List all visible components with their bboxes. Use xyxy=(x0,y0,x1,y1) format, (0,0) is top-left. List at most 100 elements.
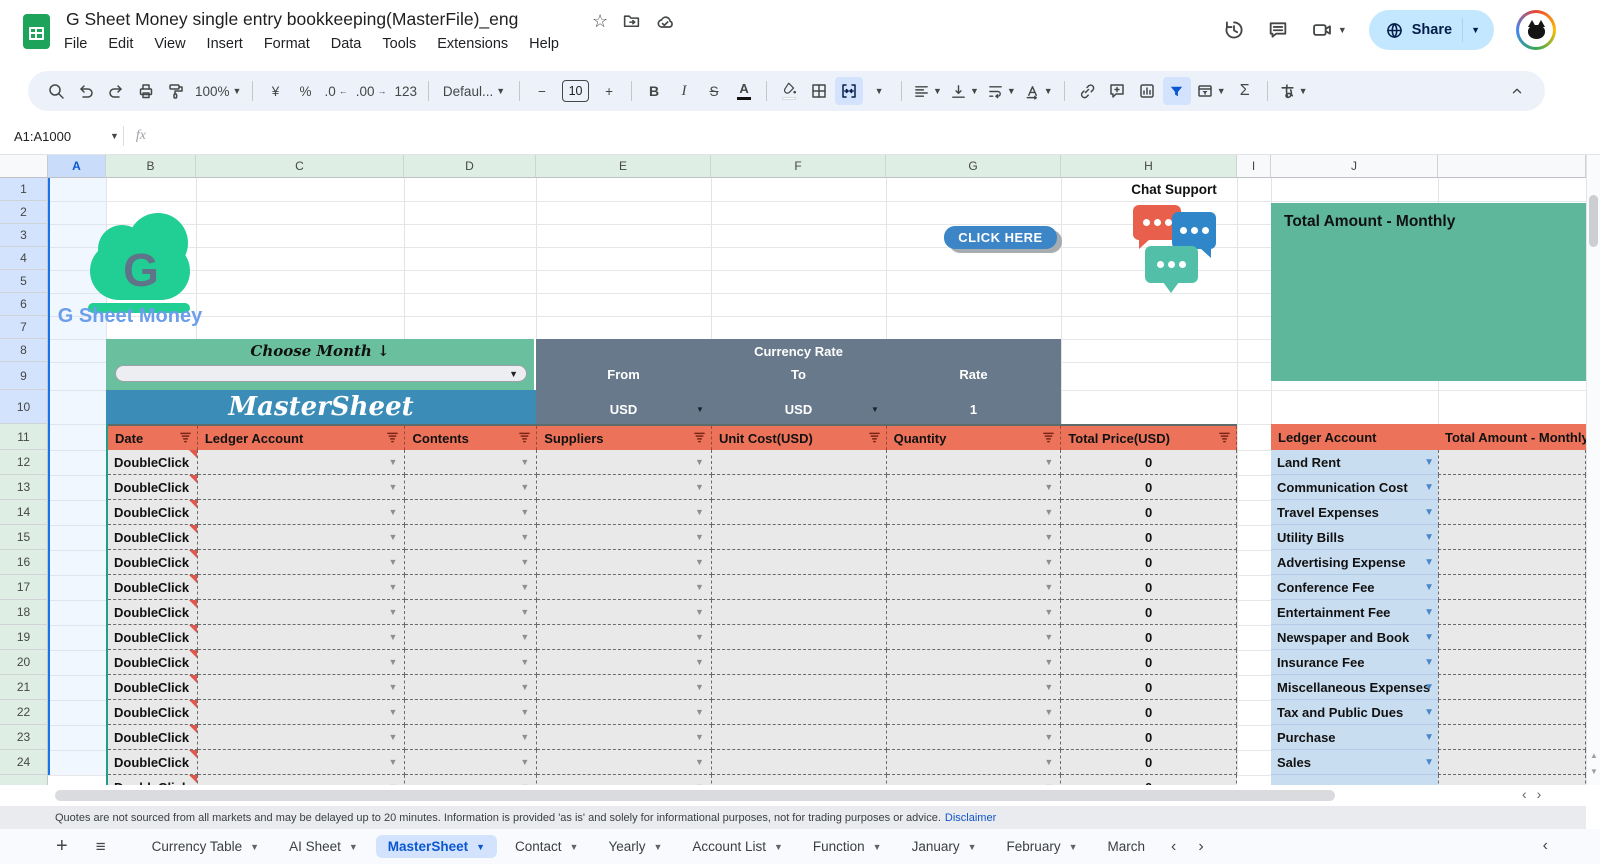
name-box[interactable]: A1:A1000 xyxy=(14,129,110,144)
cell-dropdown-icon[interactable]: ▼ xyxy=(1044,582,1053,592)
ledger-dropdown-icon[interactable]: ▼ xyxy=(1424,482,1434,493)
row-header-4[interactable]: 4 xyxy=(0,247,48,270)
column-header-H[interactable]: H xyxy=(1061,155,1237,178)
entry-cell[interactable]: ▼ xyxy=(887,775,1062,785)
insert-comment-button[interactable] xyxy=(1103,77,1131,105)
sheet-tab-january[interactable]: January▼ xyxy=(900,835,989,858)
entry-cell[interactable]: ▼ xyxy=(537,750,712,775)
entry-cell[interactable]: ▼ xyxy=(198,725,406,750)
scroll-left-icon[interactable]: ‹ xyxy=(1522,786,1527,802)
bold-button[interactable]: B xyxy=(640,77,668,105)
cell-dropdown-icon[interactable]: ▼ xyxy=(520,732,529,742)
ledger-amount-cell[interactable] xyxy=(1438,550,1586,575)
entry-cell[interactable] xyxy=(712,700,887,725)
entry-cell[interactable]: ▼ xyxy=(887,450,1062,475)
format-currency-button[interactable]: ¥ xyxy=(261,77,289,105)
entry-cell[interactable]: DoubleClick xyxy=(108,525,198,550)
entry-cell[interactable]: ▼ xyxy=(887,700,1062,725)
cell-dropdown-icon[interactable]: ▼ xyxy=(520,657,529,667)
entry-cell[interactable] xyxy=(712,625,887,650)
cell-dropdown-icon[interactable]: ▼ xyxy=(389,532,398,542)
menu-help[interactable]: Help xyxy=(529,36,559,52)
row-header-1[interactable]: 1 xyxy=(0,178,48,201)
menu-view[interactable]: View xyxy=(154,36,185,52)
column-filter-header[interactable]: Total Price(USD) xyxy=(1061,426,1237,450)
italic-button[interactable]: I xyxy=(670,77,698,105)
document-title[interactable]: G Sheet Money single entry bookkeeping(M… xyxy=(66,9,518,30)
entry-cell[interactable]: ▼ xyxy=(405,550,537,575)
currency-to-select[interactable]: USD xyxy=(711,402,886,417)
entry-cell[interactable]: ▼ xyxy=(405,500,537,525)
filter-funnel-icon[interactable] xyxy=(387,431,398,446)
row-header-7[interactable]: 7 xyxy=(0,316,48,339)
cell-dropdown-icon[interactable]: ▼ xyxy=(695,607,704,617)
cell-dropdown-icon[interactable]: ▼ xyxy=(389,707,398,717)
zoom-select[interactable]: 100%▼ xyxy=(192,77,244,105)
redo-button[interactable] xyxy=(102,77,130,105)
column-header-A[interactable]: A xyxy=(48,155,106,178)
ledger-amount-cell[interactable] xyxy=(1438,650,1586,675)
column-header-D[interactable]: D xyxy=(404,155,536,178)
account-avatar[interactable] xyxy=(1516,10,1556,50)
entry-cell[interactable]: ▼ xyxy=(887,575,1062,600)
cell-dropdown-icon[interactable]: ▼ xyxy=(389,507,398,517)
row-header-12[interactable]: 12 xyxy=(0,450,48,475)
ledger-account-cell[interactable]: Miscellaneous Expenses▼ xyxy=(1271,675,1438,700)
share-caret-icon[interactable]: ▼ xyxy=(1471,25,1480,35)
row-header-16[interactable]: 16 xyxy=(0,550,48,575)
functions-button[interactable]: Σ xyxy=(1231,77,1259,105)
ledger-dropdown-icon[interactable]: ▼ xyxy=(1424,682,1434,693)
entry-cell[interactable]: 0 xyxy=(1061,500,1237,525)
ledger-account-cell[interactable]: Entertainment Fee▼ xyxy=(1271,600,1438,625)
entry-cell[interactable]: ▼ xyxy=(198,700,406,725)
entry-cell[interactable] xyxy=(712,450,887,475)
vertical-scrollbar[interactable]: ▲ ▼ xyxy=(1586,155,1600,785)
filter-funnel-icon[interactable] xyxy=(519,431,530,446)
cell-dropdown-icon[interactable]: ▼ xyxy=(520,582,529,592)
spreadsheet-grid[interactable]: ABCDEFGHIJ 12345678910111213141516171819… xyxy=(0,155,1600,785)
entry-cell[interactable] xyxy=(712,575,887,600)
cell-dropdown-icon[interactable]: ▼ xyxy=(520,532,529,542)
entry-cell[interactable]: DoubleClick xyxy=(108,750,198,775)
filter-funnel-icon[interactable] xyxy=(869,431,880,446)
cell-dropdown-icon[interactable]: ▼ xyxy=(695,507,704,517)
filter-views-button[interactable]: ▼ xyxy=(1193,77,1229,105)
sheet-tab-contact[interactable]: Contact▼ xyxy=(503,835,590,858)
cell-dropdown-icon[interactable]: ▼ xyxy=(520,457,529,467)
entry-cell[interactable]: ▼ xyxy=(405,650,537,675)
cell-dropdown-icon[interactable]: ▼ xyxy=(695,457,704,467)
row-header-22[interactable]: 22 xyxy=(0,700,48,725)
cell-dropdown-icon[interactable]: ▼ xyxy=(520,607,529,617)
entry-cell[interactable]: 0 xyxy=(1061,475,1237,500)
cell-dropdown-icon[interactable]: ▼ xyxy=(520,757,529,767)
entry-cell[interactable]: DoubleClick xyxy=(108,550,198,575)
entry-cell[interactable]: ▼ xyxy=(405,775,537,785)
ledger-dropdown-icon[interactable]: ▼ xyxy=(1424,457,1434,468)
ledger-account-cell[interactable] xyxy=(1271,775,1438,785)
ledger-amount-cell[interactable] xyxy=(1438,525,1586,550)
cell-dropdown-icon[interactable]: ▼ xyxy=(389,732,398,742)
horizontal-scrollbar[interactable]: ‹› xyxy=(0,785,1600,806)
entry-cell[interactable]: ▼ xyxy=(198,450,406,475)
borders-button[interactable] xyxy=(805,77,833,105)
row-header-8[interactable]: 8 xyxy=(0,339,48,362)
entry-cell[interactable]: ▼ xyxy=(887,625,1062,650)
column-filter-header[interactable]: Unit Cost(USD) xyxy=(712,426,887,450)
cell-dropdown-icon[interactable]: ▼ xyxy=(695,657,704,667)
comments-icon[interactable] xyxy=(1267,19,1289,41)
sheet-tab-function[interactable]: Function▼ xyxy=(801,835,894,858)
entry-cell[interactable]: ▼ xyxy=(537,475,712,500)
chat-bubble-icon[interactable] xyxy=(1172,212,1216,249)
entry-cell[interactable]: DoubleClick xyxy=(108,775,198,785)
entry-cell[interactable]: ▼ xyxy=(537,625,712,650)
paint-format-button[interactable] xyxy=(162,77,190,105)
menu-tools[interactable]: Tools xyxy=(382,36,416,52)
entry-cell[interactable]: ▼ xyxy=(887,525,1062,550)
entry-cell[interactable]: ▼ xyxy=(198,675,406,700)
tabs-scroll-left-icon[interactable]: ‹ xyxy=(1171,838,1176,856)
ledger-account-cell[interactable]: Land Rent▼ xyxy=(1271,450,1438,475)
entry-cell[interactable]: ▼ xyxy=(198,500,406,525)
ledger-amount-cell[interactable] xyxy=(1438,575,1586,600)
entry-cell[interactable]: ▼ xyxy=(887,675,1062,700)
entry-cell[interactable]: 0 xyxy=(1061,750,1237,775)
